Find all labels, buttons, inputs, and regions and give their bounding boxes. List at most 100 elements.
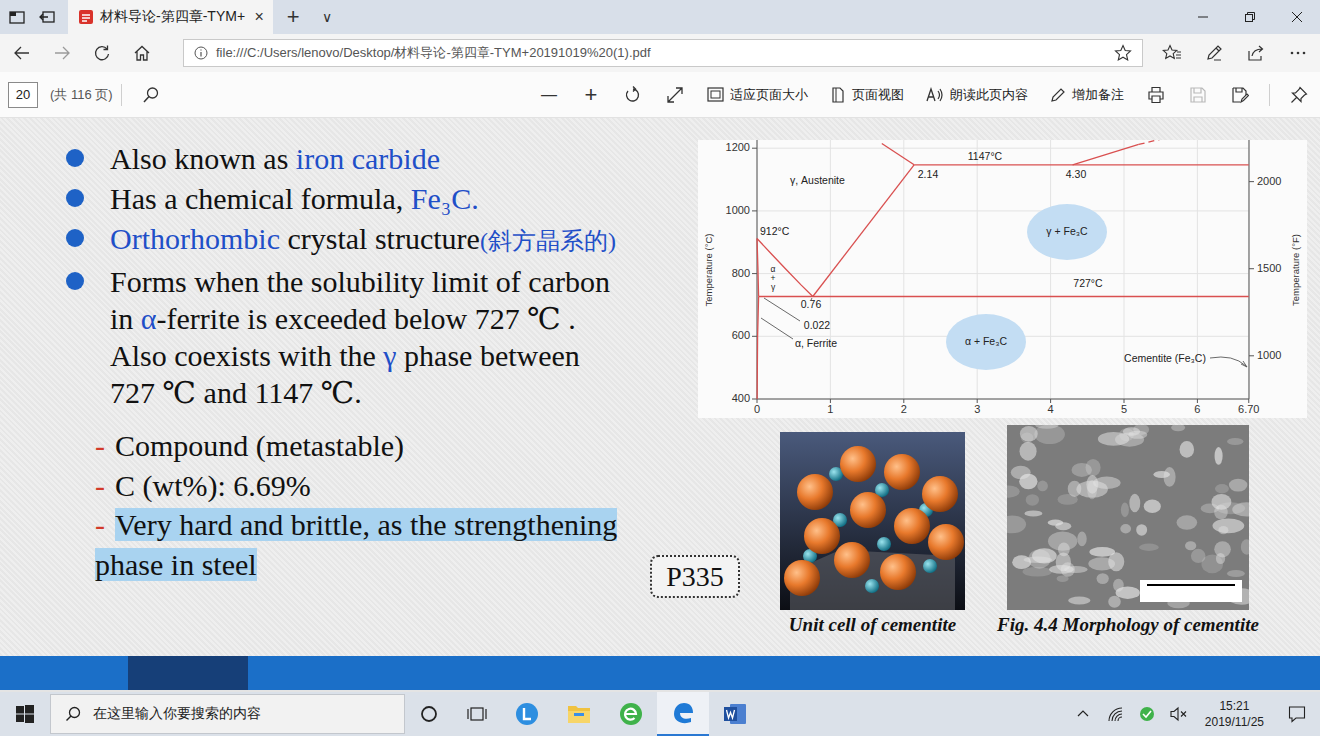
phase-label: 0.76 — [801, 298, 822, 310]
zoom-out-button[interactable]: — — [528, 73, 570, 117]
back-button[interactable] — [2, 34, 42, 72]
bullet-item: Has a chemical formula, Fe₃C. — [66, 180, 698, 217]
y2-tick-label: 2000 — [1257, 175, 1281, 187]
figure-caption: Unit cell of cementite — [789, 613, 956, 637]
toolbar-action[interactable]: 页面视图 — [819, 73, 915, 117]
more-button[interactable] — [1277, 34, 1319, 72]
edge-icon — [671, 701, 695, 725]
phase-label: 1147°C — [968, 150, 1003, 162]
phase-label: 2.14 — [918, 168, 939, 180]
share-button[interactable] — [1235, 34, 1277, 72]
figure: Fig. 4.4 Morphology of cementite — [978, 418, 1278, 637]
fullscreen-button[interactable] — [654, 73, 696, 117]
taskbar-app[interactable] — [605, 692, 657, 736]
favorite-star-icon[interactable] — [1114, 44, 1132, 62]
restore-button[interactable] — [1226, 0, 1273, 34]
set-aside-tabs-icon[interactable] — [37, 7, 57, 27]
print-icon — [1147, 86, 1165, 104]
bullet-dot — [66, 149, 84, 167]
phase-boundary — [757, 239, 813, 297]
bullet-item: Forms when the solubility limit of carbo… — [66, 263, 698, 411]
word-icon — [723, 703, 747, 725]
phase-diagram: 4006008001000120010001500200001234566.70… — [698, 140, 1307, 418]
note-list: -Compound (metastable)-C (wt%): 6.69%-Ve… — [95, 418, 740, 598]
phase-label: α+γ — [771, 264, 776, 292]
home-icon — [133, 44, 151, 62]
cortana-button[interactable] — [405, 692, 453, 736]
bullet-list: Also known as iron carbideHas a chemical… — [0, 118, 698, 414]
network-button[interactable] — [1099, 692, 1131, 736]
favorites-list-icon — [1162, 44, 1182, 62]
zoom-in-button[interactable]: + — [570, 73, 612, 117]
x-tick-label: 4 — [1048, 403, 1054, 415]
home-button[interactable] — [122, 34, 162, 72]
taskbar-app[interactable] — [501, 692, 553, 736]
chinese-gloss: (斜方晶系的) — [480, 228, 616, 254]
notes-button[interactable] — [1193, 34, 1235, 72]
phase-boundary — [757, 239, 759, 297]
bullet-item: Orthorhombic crystal structure(斜方晶系的) — [66, 220, 698, 260]
pin-button[interactable] — [1278, 73, 1320, 117]
url-field[interactable]: file:///C:/Users/lenovo/Desktop/材料导论-第四章… — [183, 39, 1143, 67]
phase-boundary — [882, 144, 914, 165]
toolbar-tool[interactable] — [1219, 73, 1261, 117]
figure-caption: Fig. 4.4 Morphology of cementite — [997, 613, 1259, 637]
folder-icon — [567, 703, 591, 725]
phase-boundary — [1073, 144, 1139, 164]
x-tick-label: 3 — [974, 403, 980, 415]
tray-app-button[interactable] — [1131, 692, 1163, 736]
back-arrow-icon — [13, 44, 31, 62]
pdf-page: Also known as iron carbideHas a chemical… — [0, 118, 1320, 692]
tab-list-button[interactable]: ∨ — [313, 0, 341, 34]
minimize-button[interactable] — [1179, 0, 1226, 34]
phase-diagram-chart: 4006008001000120010001500200001234566.70… — [698, 140, 1307, 418]
taskbar-search-field[interactable]: 在这里输入你要搜索的内容 — [50, 694, 405, 734]
toolbar-tool[interactable] — [1177, 73, 1219, 117]
more-dots-icon — [1289, 44, 1307, 62]
browser-window: 材料导论-第四章-TYM+×+∨file:///C:/Users/lenovo/… — [0, 0, 1320, 736]
toolbar-action[interactable]: 朗读此页内容 — [915, 73, 1039, 117]
fit-page-icon — [707, 87, 724, 102]
speaker-muted-icon — [1170, 706, 1188, 722]
start-button[interactable] — [0, 692, 50, 736]
expand-icon — [666, 86, 684, 104]
show-hidden-icons-button[interactable] — [1067, 692, 1099, 736]
phase-boundary — [1139, 140, 1176, 144]
forward-arrow-icon — [53, 44, 71, 62]
search-icon — [65, 706, 81, 722]
phase-boundary — [757, 297, 759, 400]
forward-button[interactable] — [42, 34, 82, 72]
taskbar-app[interactable] — [553, 692, 605, 736]
volume-button[interactable] — [1163, 692, 1195, 736]
phase-region — [1027, 204, 1107, 260]
notification-icon — [1288, 705, 1306, 723]
toolbar-tool[interactable] — [1135, 73, 1177, 117]
favorites-button[interactable] — [1151, 34, 1193, 72]
y-tick-label: 1200 — [726, 141, 750, 153]
action-center-button[interactable] — [1274, 692, 1320, 736]
refresh-button[interactable] — [82, 34, 122, 72]
browser-tab[interactable]: 材料导论-第四章-TYM+× — [68, 0, 273, 34]
task-view-button[interactable] — [453, 692, 501, 736]
y-tick-label: 400 — [732, 392, 750, 404]
close-window-button[interactable] — [1273, 0, 1320, 34]
page-number-field[interactable]: 20 — [8, 82, 38, 108]
search-button[interactable] — [130, 73, 172, 117]
toolbar-action[interactable]: 增加备注 — [1039, 73, 1135, 117]
read-aloud-icon — [926, 87, 944, 103]
save-as-icon — [1231, 86, 1249, 104]
clock[interactable]: 15:212019/11/25 — [1195, 698, 1274, 730]
new-tab-button[interactable]: + — [273, 0, 313, 34]
slide-footer-bar — [0, 656, 1320, 690]
rotate-button[interactable] — [612, 73, 654, 117]
tab-actions-icon[interactable] — [7, 7, 27, 27]
green-tray-app-icon — [1139, 706, 1155, 722]
toolbar-action[interactable]: 适应页面大小 — [696, 73, 819, 117]
y2-tick-label: 1000 — [1257, 349, 1281, 361]
rotate-icon — [624, 86, 642, 104]
page-reference: P335 — [650, 555, 740, 598]
taskbar-app[interactable] — [657, 692, 709, 736]
phase-label: 4.30 — [1066, 168, 1087, 180]
taskbar-app[interactable] — [709, 692, 761, 736]
close-tab-button[interactable]: × — [251, 8, 267, 26]
